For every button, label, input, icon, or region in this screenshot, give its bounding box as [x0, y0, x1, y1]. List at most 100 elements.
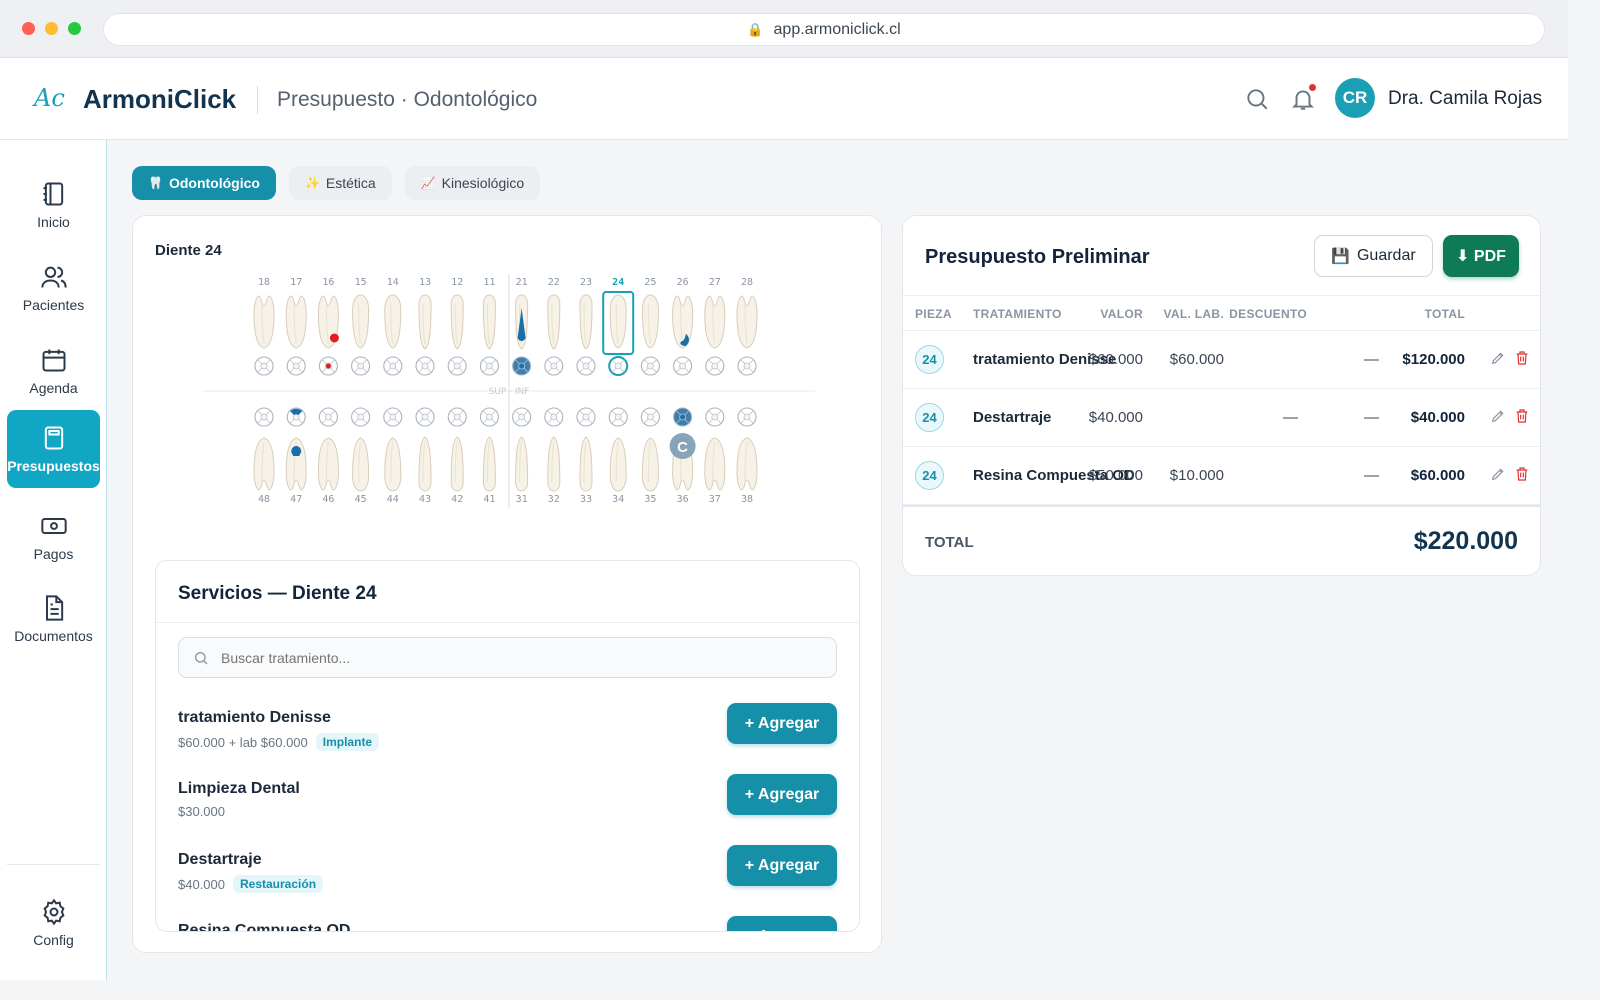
sidebar-item-agenda[interactable]: Agenda — [7, 332, 100, 410]
tooth-surface-marker[interactable] — [254, 356, 274, 376]
tab-odontologico[interactable]: 🦷 Odontológico — [132, 166, 276, 200]
sidebar-item-pagos[interactable]: Pagos — [7, 498, 100, 576]
tooth-surface-marker[interactable] — [512, 407, 532, 427]
app-name[interactable]: ArmoniClick — [83, 84, 236, 115]
col-descuento: DESCUENTO — [1229, 307, 1307, 321]
tooth-surface-marker[interactable] — [640, 356, 660, 376]
tooth-25[interactable] — [641, 294, 659, 349]
tooth-surface-marker[interactable] — [351, 407, 371, 427]
tooth-34[interactable] — [609, 437, 627, 492]
tab-kinesiologico[interactable]: 📈 Kinesiológico — [404, 166, 541, 200]
tooth-41[interactable] — [482, 436, 496, 492]
search-icon[interactable] — [1244, 86, 1270, 112]
tooth-45[interactable] — [352, 437, 370, 492]
tooth-48[interactable] — [253, 437, 275, 491]
pencil-icon[interactable] — [1490, 466, 1506, 482]
tooth-surface-marker[interactable] — [479, 407, 499, 427]
minimize-window-button[interactable] — [45, 22, 58, 35]
tooth-surface-marker[interactable] — [286, 407, 306, 427]
close-window-button[interactable] — [22, 22, 35, 35]
tooth-surface-marker[interactable] — [576, 407, 596, 427]
value: $40.000 — [1088, 409, 1143, 426]
tooth-surface-marker[interactable] — [286, 356, 306, 376]
tooth-surface-marker[interactable] — [415, 407, 435, 427]
tooth-23[interactable] — [579, 294, 593, 350]
tooth-surface-marker[interactable] — [351, 356, 371, 376]
tooth-surface-marker[interactable] — [673, 407, 693, 427]
sidebar-item-pacientes[interactable]: Pacientes — [7, 249, 100, 327]
tooth-46[interactable] — [317, 437, 339, 491]
tooth-surface-marker[interactable] — [608, 407, 628, 427]
tooth-18[interactable] — [253, 295, 275, 349]
trash-icon[interactable] — [1514, 408, 1530, 424]
address-bar[interactable]: 🔒 app.armoniclick.cl — [103, 13, 1545, 46]
save-button[interactable]: 💾 Guardar — [1314, 235, 1433, 277]
tooth-38[interactable] — [736, 437, 758, 491]
trash-icon[interactable] — [1514, 350, 1530, 366]
tooth-surface-marker[interactable] — [576, 356, 596, 376]
tooth-17[interactable] — [285, 295, 307, 349]
tooth-number-label: 45 — [355, 494, 367, 505]
tooth-14[interactable] — [384, 294, 402, 349]
tooth-surface-marker[interactable] — [705, 407, 725, 427]
sidebar-item-label: Config — [33, 932, 74, 948]
tooth-surface-marker[interactable] — [447, 407, 467, 427]
tooth-26[interactable] — [672, 295, 694, 349]
tooth-surface-marker[interactable] — [673, 356, 693, 376]
tooth-22[interactable] — [547, 294, 561, 350]
tooth-surface-marker[interactable] — [640, 407, 660, 427]
tooth-42[interactable] — [450, 436, 464, 492]
tooth-44[interactable] — [384, 437, 402, 492]
tooth-surface-marker[interactable] — [737, 407, 757, 427]
tooth-surface-marker[interactable] — [383, 356, 403, 376]
tooth-surface-marker[interactable] — [479, 356, 499, 376]
tooth-surface-marker[interactable] — [318, 356, 338, 376]
add-service-button[interactable]: + Agregar — [727, 703, 837, 744]
tooth-12[interactable] — [450, 294, 464, 350]
sidebar-item-documentos[interactable]: Documentos — [7, 580, 100, 658]
tooth-surface-marker[interactable] — [383, 407, 403, 427]
add-service-button[interactable]: + Agregar — [727, 916, 837, 931]
tooth-surface-marker[interactable] — [447, 356, 467, 376]
tooth-surface-marker[interactable] — [737, 356, 757, 376]
tooth-27[interactable] — [704, 295, 726, 349]
tooth-15[interactable] — [352, 294, 370, 349]
tooth-33[interactable] — [579, 436, 593, 492]
tooth-47[interactable] — [285, 437, 307, 491]
tooth-16[interactable] — [317, 295, 339, 349]
tooth-24[interactable] — [602, 291, 635, 355]
tooth-surface-marker[interactable] — [415, 356, 435, 376]
tooth-surface-marker[interactable] — [318, 407, 338, 427]
add-service-button[interactable]: + Agregar — [727, 845, 837, 886]
tooth-surface-marker[interactable] — [608, 356, 629, 376]
pencil-icon[interactable] — [1490, 350, 1506, 366]
selected-tooth-title: Diente 24 — [155, 242, 222, 259]
maximize-window-button[interactable] — [68, 22, 81, 35]
tooth-21[interactable] — [515, 294, 529, 350]
tooth-43[interactable] — [418, 436, 432, 492]
tooth-surface-marker[interactable] — [544, 407, 564, 427]
tooth-11[interactable] — [482, 294, 496, 350]
sidebar-item-config[interactable]: Config — [7, 884, 100, 962]
sidebar-item-presupuestos[interactable]: Presupuestos — [7, 410, 100, 488]
tooth-13[interactable] — [418, 294, 432, 350]
trash-icon[interactable] — [1514, 466, 1530, 482]
tooth-surface-marker[interactable] — [254, 407, 274, 427]
sidebar-item-inicio[interactable]: Inicio — [7, 166, 100, 244]
tooth-28[interactable] — [736, 295, 758, 349]
tooth-31[interactable] — [515, 436, 529, 492]
tooth-35[interactable] — [641, 437, 659, 492]
tooth-32[interactable] — [547, 436, 561, 492]
user-name[interactable]: Dra. Camila Rojas — [1388, 88, 1542, 110]
pdf-button[interactable]: ⬇ PDF — [1443, 235, 1519, 277]
search-field[interactable] — [178, 637, 837, 678]
tooth-surface-marker[interactable] — [544, 356, 564, 376]
tab-estetica[interactable]: ✨ Estética — [288, 166, 392, 200]
tooth-37[interactable] — [704, 437, 726, 491]
avatar[interactable]: CR — [1335, 78, 1375, 118]
search-input[interactable] — [221, 649, 836, 666]
add-service-button[interactable]: + Agregar — [727, 774, 837, 815]
tooth-surface-marker[interactable] — [512, 356, 532, 376]
tooth-surface-marker[interactable] — [705, 356, 725, 376]
pencil-icon[interactable] — [1490, 408, 1506, 424]
